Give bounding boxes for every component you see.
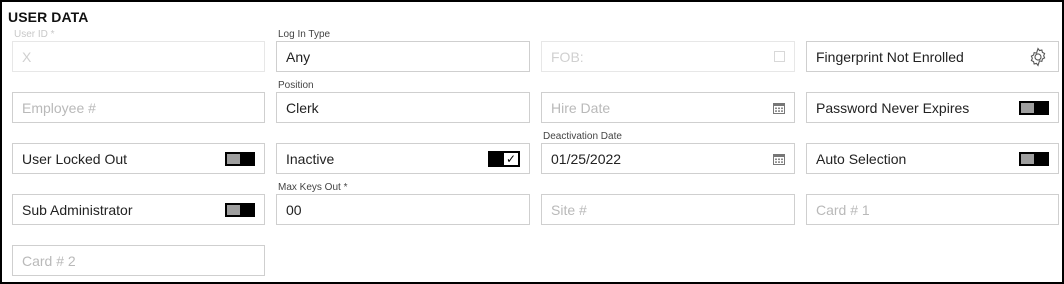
user-id-value: X xyxy=(22,48,32,65)
calendar-icon[interactable] xyxy=(773,153,785,165)
max-keys-out-value: 00 xyxy=(286,201,302,218)
fob-checkbox xyxy=(774,51,785,62)
user-locked-out-field: User Locked Out xyxy=(12,143,265,174)
check-icon: ✓ xyxy=(504,151,518,166)
position-label: Position xyxy=(278,80,314,91)
max-keys-out-input[interactable]: 00 xyxy=(276,194,530,225)
employee-number-input[interactable]: Employee # xyxy=(12,92,265,123)
section-title: USER DATA xyxy=(8,9,89,25)
deactivation-date-label: Deactivation Date xyxy=(543,131,622,142)
card-2-input[interactable]: Card # 2 xyxy=(12,245,265,276)
user-locked-out-label: User Locked Out xyxy=(22,150,128,167)
fingerprint-value: Fingerprint Not Enrolled xyxy=(816,48,964,65)
password-never-expires-field: Password Never Expires xyxy=(806,92,1059,123)
card-1-input[interactable]: Card # 1 xyxy=(806,194,1059,225)
auto-selection-field: Auto Selection xyxy=(806,143,1059,174)
user-id-field: X xyxy=(12,41,265,72)
hire-date-input[interactable]: Hire Date xyxy=(541,92,795,123)
position-input[interactable]: Clerk xyxy=(276,92,530,123)
inactive-label: Inactive xyxy=(286,150,335,167)
deactivation-date-input[interactable]: 01/25/2022 xyxy=(541,143,795,174)
card-2-placeholder: Card # 2 xyxy=(22,252,76,269)
sub-administrator-field: Sub Administrator xyxy=(12,194,265,225)
calendar-icon[interactable] xyxy=(773,102,785,114)
login-type-label: Log In Type xyxy=(278,29,331,40)
card-1-placeholder: Card # 1 xyxy=(816,201,870,218)
password-never-expires-label: Password Never Expires xyxy=(816,99,970,116)
user-locked-out-toggle[interactable] xyxy=(225,151,255,166)
hire-date-placeholder: Hire Date xyxy=(551,99,611,116)
user-data-panel: USER DATA User ID * X Log In Type Any FO… xyxy=(0,0,1064,284)
max-keys-out-label: Max Keys Out * xyxy=(278,182,348,193)
sub-administrator-label: Sub Administrator xyxy=(22,201,133,218)
inactive-field: Inactive ✓ xyxy=(276,143,530,174)
site-number-input[interactable]: Site # xyxy=(541,194,795,225)
auto-selection-label: Auto Selection xyxy=(816,150,907,167)
user-id-label: User ID * xyxy=(14,29,55,40)
sub-administrator-toggle[interactable] xyxy=(225,202,255,217)
inactive-checkbox[interactable]: ✓ xyxy=(488,150,520,167)
fob-field: FOB: xyxy=(541,41,795,72)
site-number-placeholder: Site # xyxy=(551,201,587,218)
employee-number-placeholder: Employee # xyxy=(22,99,96,116)
position-value: Clerk xyxy=(286,99,319,116)
deactivation-date-value: 01/25/2022 xyxy=(551,150,622,167)
gear-icon[interactable] xyxy=(1027,46,1049,68)
login-type-select[interactable]: Any xyxy=(276,41,530,72)
fingerprint-field[interactable]: Fingerprint Not Enrolled xyxy=(806,41,1059,72)
auto-selection-toggle[interactable] xyxy=(1019,151,1049,166)
password-never-expires-toggle[interactable] xyxy=(1019,100,1049,115)
login-type-value: Any xyxy=(286,48,311,65)
fob-placeholder: FOB: xyxy=(551,48,584,65)
